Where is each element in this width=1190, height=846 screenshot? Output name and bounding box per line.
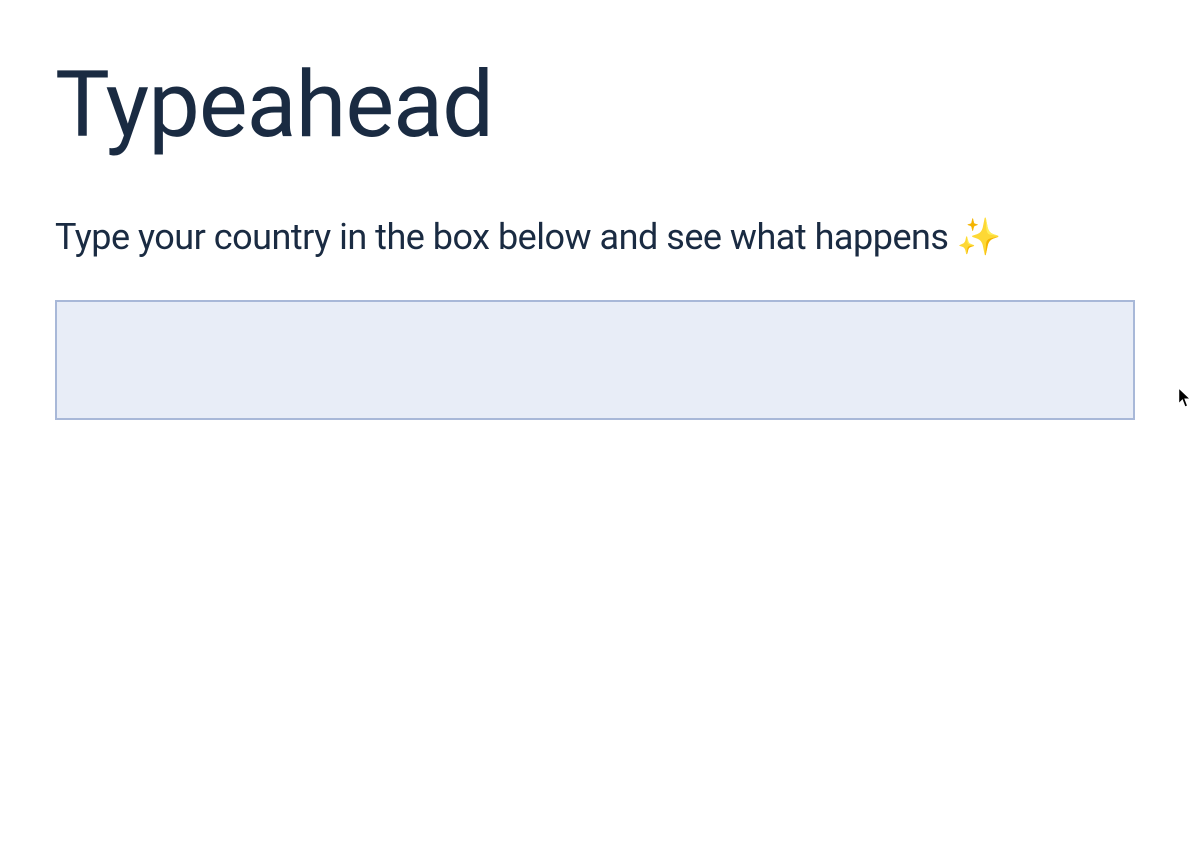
country-input[interactable] (55, 300, 1135, 420)
page-description: Type your country in the box below and s… (55, 216, 1135, 258)
cursor-icon (1178, 388, 1190, 408)
page-title: Typeahead (55, 55, 1135, 156)
